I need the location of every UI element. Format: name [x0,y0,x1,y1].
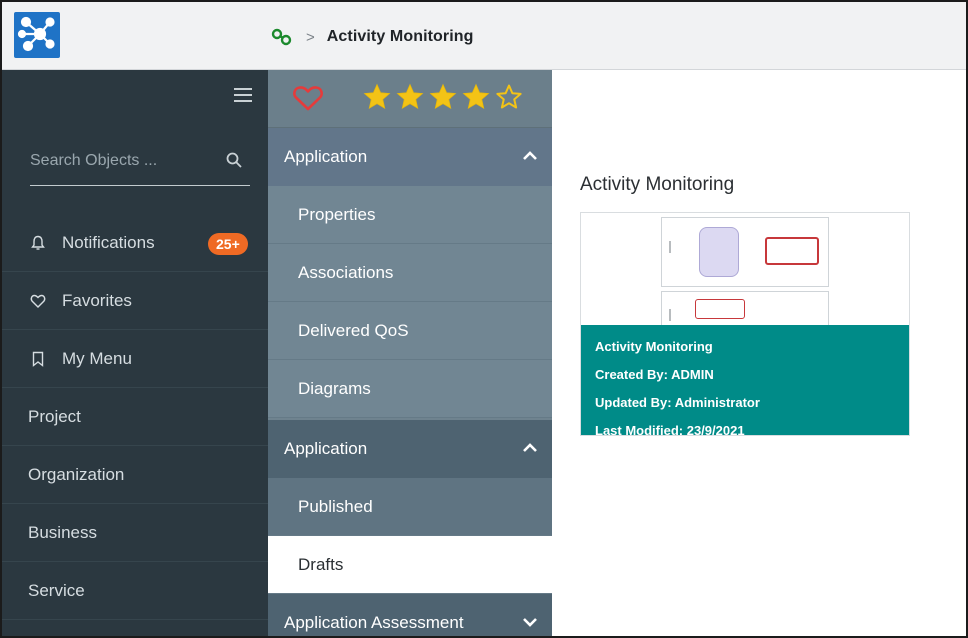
bookmark-icon [32,351,44,367]
section-application-assessment[interactable]: Application Assessment [268,594,552,636]
panel-item-label: Diagrams [298,378,371,398]
section-application-2[interactable]: Application [268,420,552,478]
breadcrumb: > Activity Monitoring [270,24,474,50]
diagram-thumbnail[interactable] [581,213,909,325]
breadcrumb-separator-icon: > [306,28,315,46]
panel-item-label: Published [298,496,373,516]
panel-item-diagrams[interactable]: Diagrams [268,360,552,418]
sidebar-item-business[interactable]: Business [2,504,268,562]
card-last-modified: Last Modified: 23/9/2021 [595,423,745,438]
search-box [30,142,250,186]
notification-count-badge: 25+ [208,233,248,255]
star-filled-icon[interactable] [461,82,491,112]
star-rating[interactable] [362,82,524,112]
card-title: Activity Monitoring [595,339,713,354]
star-filled-icon[interactable] [428,82,458,112]
panel-item-associations[interactable]: Associations [268,244,552,302]
bell-icon [31,235,45,250]
rating-bar [268,70,552,128]
app-logo[interactable] [14,12,60,58]
sidebar-item-label: Notifications [62,232,155,252]
sidebar-item-favorites[interactable]: Favorites [2,272,268,330]
network-logo-icon [17,16,55,52]
process-shape [765,237,819,265]
breadcrumb-current: Activity Monitoring [326,28,474,45]
sidebar-item-label: My Menu [62,348,132,368]
section-label: Application [284,147,368,166]
panel-item-label: Associations [298,262,394,282]
panel-item-drafts[interactable]: Drafts [268,536,552,594]
process-shape [695,299,745,319]
section-label: Application [284,439,368,458]
star-filled-icon[interactable] [362,82,392,112]
chevron-up-icon[interactable] [522,440,538,456]
lane-label-mark [669,241,671,253]
panel-item-delivered-qos[interactable]: Delivered QoS [268,302,552,360]
card-created-by: Created By: ADMIN [595,367,714,382]
sidebar-item-label: Organization [28,464,125,484]
section-label: Application Assessment [284,613,464,632]
datastore-shape [699,227,739,277]
hamburger-menu-icon[interactable] [234,88,252,102]
panel-item-properties[interactable]: Properties [268,186,552,244]
app-window: > Activity Monitoring Notifications Favo… [0,0,968,638]
sidebar-item-organization[interactable]: Organization [2,446,268,504]
sidebar-item-service[interactable]: Service [2,562,268,620]
main-content: Activity Monitoring Activity Monitoring … [552,70,966,636]
sidebar-item-label: Favorites [62,290,132,310]
card-info: Activity Monitoring Created By: ADMIN Up… [581,325,909,438]
sidebar-item-label: Service [28,580,85,600]
favorite-heart-icon[interactable] [292,84,324,112]
panel-item-label: Drafts [298,554,344,574]
card-updated-by: Updated By: Administrator [595,395,760,410]
panel-item-label: Delivered QoS [298,320,409,340]
lane-label-mark [669,309,671,321]
search-input[interactable] [30,142,210,180]
chevron-down-icon[interactable] [522,614,538,630]
section-application-1[interactable]: Application [268,128,552,186]
search-icon[interactable] [226,152,242,168]
panel-item-label: Properties [298,204,376,224]
sidebar-item-label: Project [28,406,81,426]
relationship-icon[interactable] [270,27,294,47]
top-bar: > Activity Monitoring [2,2,966,70]
left-sidebar: Notifications Favorites My Menu Project … [2,70,268,636]
sidebar-item-project[interactable]: Project [2,388,268,446]
chevron-up-icon[interactable] [522,148,538,164]
object-panel: Application Properties Associations Deli… [268,70,552,636]
star-empty-icon[interactable] [494,82,524,112]
sidebar-item-label: Business [28,522,97,542]
page-title: Activity Monitoring [580,174,735,195]
diagram-card[interactable]: Activity Monitoring Created By: ADMIN Up… [580,212,910,438]
swimlane [661,291,829,325]
heart-icon [30,294,46,308]
star-filled-icon[interactable] [395,82,425,112]
panel-item-published[interactable]: Published [268,478,552,536]
sidebar-item-my-menu[interactable]: My Menu [2,330,268,388]
